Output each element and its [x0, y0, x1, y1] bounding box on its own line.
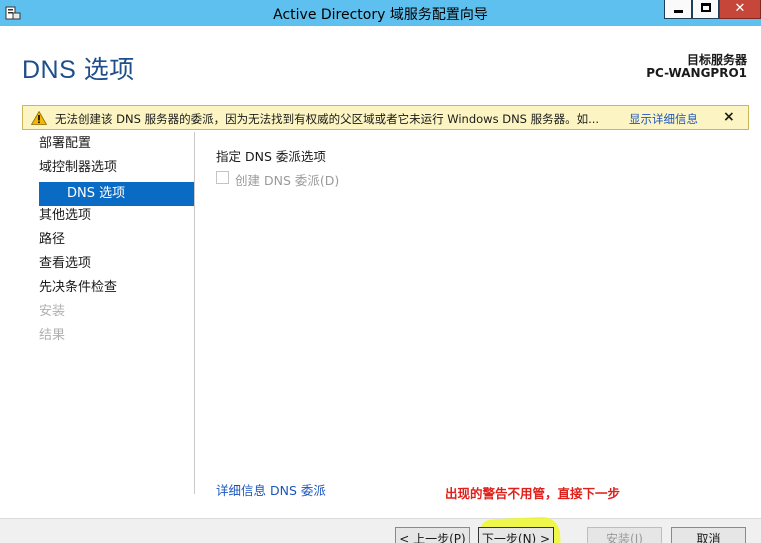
maximize-icon: [701, 3, 711, 12]
page-title: DNS 选项: [22, 56, 135, 84]
red-annotation: 出现的警告不用管，直接下一步: [445, 486, 621, 501]
warning-close-icon[interactable]: ×: [723, 109, 735, 125]
nav-item-results: 结果: [39, 328, 66, 343]
show-details-link[interactable]: 显示详细信息: [629, 111, 698, 127]
nav-item-dc-options[interactable]: 域控制器选项: [30, 158, 194, 182]
nav-item-additional-options[interactable]: 其他选项: [30, 206, 194, 230]
warning-bar: 无法创建该 DNS 服务器的委派，因为无法找到有权威的父区域或者它未运行 Win…: [22, 105, 749, 130]
nav-item-install: 安装: [39, 304, 66, 319]
warning-icon: [31, 111, 47, 125]
nav-item-paths[interactable]: 路径: [30, 230, 194, 254]
nav-item-prereq-check[interactable]: 先决条件检查: [30, 278, 194, 302]
close-icon: ✕: [734, 1, 746, 16]
nav-item-review[interactable]: 查看选项: [30, 254, 194, 278]
minimize-button[interactable]: [664, 0, 692, 19]
target-server-name: PC-WANGPRO1: [646, 66, 747, 80]
create-dns-delegation-label: 创建 DNS 委派(D): [235, 173, 340, 188]
window-title: Active Directory 域服务配置向导: [273, 7, 488, 23]
cancel-button[interactable]: 取消: [671, 527, 746, 543]
close-button[interactable]: ✕: [719, 0, 761, 19]
install-button: 安装(I): [587, 527, 662, 543]
maximize-button[interactable]: [692, 0, 719, 19]
dns-delegation-more-link[interactable]: 详细信息 DNS 委派: [216, 480, 326, 499]
nav-item-dns-options[interactable]: DNS 选项: [39, 182, 194, 206]
nav-divider: [194, 132, 195, 494]
wizard-nav: 部署配置 域控制器选项 DNS 选项 其他选项 路径 查看选项 先决条件检查 安…: [30, 134, 194, 350]
warning-message: 无法创建该 DNS 服务器的委派，因为无法找到有权威的父区域或者它未运行 Win…: [55, 112, 600, 126]
title-bar[interactable]: Active Directory 域服务配置向导: [0, 0, 761, 26]
minimize-icon: [674, 10, 683, 13]
previous-button[interactable]: < 上一步(P): [395, 527, 470, 543]
next-button[interactable]: 下一步(N) >: [478, 527, 554, 543]
nav-item-deployment[interactable]: 部署配置: [30, 134, 194, 158]
dns-delegation-heading: 指定 DNS 委派选项: [216, 149, 326, 164]
create-dns-delegation-checkbox[interactable]: [216, 171, 229, 184]
